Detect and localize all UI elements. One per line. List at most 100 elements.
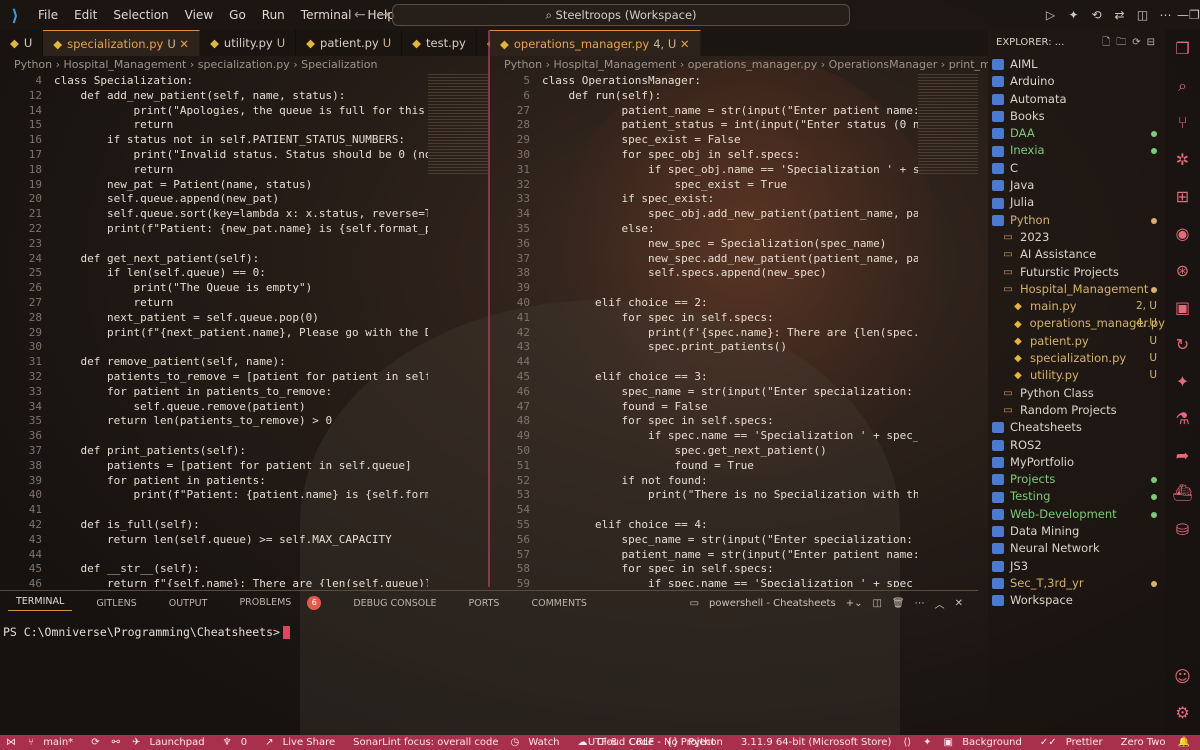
compare-icon[interactable]: ⇄ — [1108, 8, 1131, 22]
tree-item[interactable]: Testing — [988, 488, 1165, 505]
timeline-icon[interactable]: ⟲ — [1085, 8, 1108, 22]
minimap-right[interactable] — [918, 74, 978, 174]
breadcrumb-right[interactable]: Python › Hospital_Management › operation… — [490, 56, 988, 74]
editor-tab[interactable]: ◆ test.py — [402, 30, 477, 56]
tree-item[interactable]: ◆ operations_manager.py 4, U — [988, 315, 1165, 332]
close-panel-icon[interactable]: ✕ — [955, 598, 963, 609]
editor-tab[interactable]: ◆ operations_manager.py 4, U ✕ — [490, 30, 701, 56]
interpreter-status[interactable]: 3.11.9 64-bit (Microsoft Store) — [741, 737, 891, 748]
tree-item[interactable]: ◆ patient.py U — [988, 333, 1165, 350]
docker-icon[interactable]: ⛴ — [1165, 474, 1200, 511]
extensions-icon[interactable]: ⊞ — [1165, 178, 1200, 215]
tree-item[interactable]: ▭ Random Projects — [988, 402, 1165, 419]
editor-split-divider[interactable] — [488, 30, 490, 587]
back-icon[interactable]: ← — [354, 7, 366, 23]
language-status[interactable]: {} Python — [666, 737, 729, 748]
tree-item[interactable]: Sec_T,3rd_yr — [988, 575, 1165, 592]
source-control-icon[interactable]: ⑂ — [1165, 104, 1200, 141]
forward-icon[interactable]: → — [378, 7, 390, 23]
terminal-prompt[interactable]: PS C:\Omniverse\Programming\Cheatsheets> — [3, 625, 290, 639]
tree-item[interactable]: Data Mining — [988, 523, 1165, 540]
copilot-chat-icon[interactable]: ✦ — [1165, 363, 1200, 400]
tree-item[interactable]: ▭ AI Assistance — [988, 246, 1165, 263]
live-share-icon[interactable]: ➦ — [1165, 437, 1200, 474]
panel-tab-problems[interactable]: PROBLEMS 6 — [231, 596, 329, 610]
tree-item[interactable]: Automata — [988, 91, 1165, 108]
prettier-status[interactable]: ✓✓ Prettier — [1040, 737, 1109, 748]
trash-icon[interactable]: 🗑 — [892, 598, 905, 609]
tree-item[interactable]: Arduino — [988, 73, 1165, 90]
panel-tab-output[interactable]: OUTPUT — [161, 598, 216, 609]
panel-tab-debug-console[interactable]: DEBUG CONSOLE — [345, 598, 444, 609]
editor-tab[interactable]: ◆ patient.py U — [296, 30, 403, 56]
tree-item[interactable]: ◆ utility.py U — [988, 367, 1165, 384]
account-icon[interactable]: ☺ — [1165, 658, 1200, 695]
more-icon[interactable]: ⋯ — [1154, 8, 1177, 22]
minimap-left[interactable] — [428, 74, 488, 174]
tree-item[interactable]: ▭ Futurstic Projects — [988, 264, 1165, 281]
tree-item[interactable]: Books — [988, 108, 1165, 125]
tree-item[interactable]: AIML — [988, 56, 1165, 73]
branch-status[interactable]: ⑂ main* — [28, 737, 79, 748]
remote-explorer-icon[interactable]: ▣ — [1165, 289, 1200, 326]
tree-item[interactable]: MyPortfolio — [988, 454, 1165, 471]
tree-item[interactable]: Julia — [988, 194, 1165, 211]
menu-view[interactable]: View — [177, 8, 221, 22]
panel-tab-terminal[interactable]: TERMINAL — [8, 596, 73, 611]
live-share-status[interactable]: ↗ Live Share — [265, 737, 341, 748]
tree-item[interactable]: C — [988, 160, 1165, 177]
eol-status[interactable]: CRLF — [629, 737, 654, 748]
tree-item[interactable]: ▭ Hospital_Management — [988, 281, 1165, 298]
tree-item[interactable]: Python — [988, 212, 1165, 229]
tree-item[interactable]: Workspace — [988, 592, 1165, 609]
new-terminal-icon[interactable]: +⌄ — [846, 598, 863, 609]
problems-status[interactable]: ♆ 0 — [223, 737, 254, 748]
tree-item[interactable]: ◆ specialization.py U — [988, 350, 1165, 367]
more-actions-icon[interactable]: ⋯ — [915, 598, 925, 609]
tree-item[interactable]: Web-Development — [988, 506, 1165, 523]
theme-status[interactable]: Zero Two — [1121, 737, 1166, 748]
tree-item[interactable]: Cheatsheets — [988, 419, 1165, 436]
command-center[interactable]: ⌕ Steeltroops (Workspace) — [392, 4, 850, 26]
watch-status[interactable]: ◷ Watch — [510, 737, 565, 748]
editor-tab[interactable]: ◆ utility.py U — [200, 30, 297, 56]
encoding-status[interactable]: UTF-8 — [588, 737, 617, 748]
copilot-icon[interactable]: ✦ — [1062, 8, 1085, 22]
menu-selection[interactable]: Selection — [105, 8, 176, 22]
terminal-name[interactable]: powershell - Cheatsheets — [709, 598, 836, 609]
editor-tab[interactable]: ◆ specialization.py U ✕ — [43, 30, 201, 56]
minimize-icon[interactable]: — — [1177, 8, 1189, 22]
run-icon[interactable]: ▷ — [1039, 8, 1062, 22]
launchpad-status[interactable]: ✈ Launchpad — [132, 737, 211, 748]
tree-item[interactable]: ▭ 2023 — [988, 229, 1165, 246]
tree-item[interactable]: Inexia — [988, 142, 1165, 159]
explorer-actions[interactable]: 🗋🗀⟳⊟ — [1102, 30, 1161, 56]
maximize-panel-icon[interactable]: ︿ — [935, 596, 945, 611]
split-editor-icon[interactable]: ◫ — [1131, 8, 1154, 22]
explorer-icon[interactable]: ❐ — [1165, 30, 1200, 67]
menu-go[interactable]: Go — [221, 8, 254, 22]
tree-item[interactable]: DAA — [988, 125, 1165, 142]
search-icon[interactable]: ⌕ — [1165, 67, 1200, 104]
tree-item[interactable]: ▭ Python Class — [988, 385, 1165, 402]
github-icon[interactable]: ◉ — [1165, 215, 1200, 252]
editor-left[interactable]: 4 class Specialization: 12 def add_new_pat… — [12, 74, 428, 587]
manage-gear-icon[interactable]: ⚙ — [1165, 694, 1200, 731]
panel-tab-comments[interactable]: COMMENTS — [523, 598, 594, 609]
test-icon[interactable]: ⚗ — [1165, 400, 1200, 437]
database-icon[interactable]: ⛁ — [1165, 511, 1200, 548]
timeline-view-icon[interactable]: ↻ — [1165, 326, 1200, 363]
editor-right[interactable]: 5 class OperationsManager: 6 def run(self)… — [500, 74, 918, 587]
tree-item[interactable]: Neural Network — [988, 540, 1165, 557]
editor-tab[interactable]: ◆ U — [0, 30, 44, 56]
close-tab-icon[interactable]: ✕ — [676, 37, 690, 51]
tree-item[interactable]: Java — [988, 177, 1165, 194]
restore-icon[interactable]: ❐ — [1189, 8, 1200, 22]
sonarlint-status[interactable]: SonarLint focus: overall code — [353, 737, 498, 748]
menu-file[interactable]: File — [30, 8, 66, 22]
bracket-status-icon[interactable]: ⟨⟩ — [903, 737, 911, 748]
gitlens-icon[interactable]: ⊛ — [1165, 252, 1200, 289]
remote-icon[interactable]: ⋈ — [6, 737, 16, 748]
close-tab-icon[interactable]: ✕ — [176, 37, 189, 51]
menu-run[interactable]: Run — [254, 8, 293, 22]
